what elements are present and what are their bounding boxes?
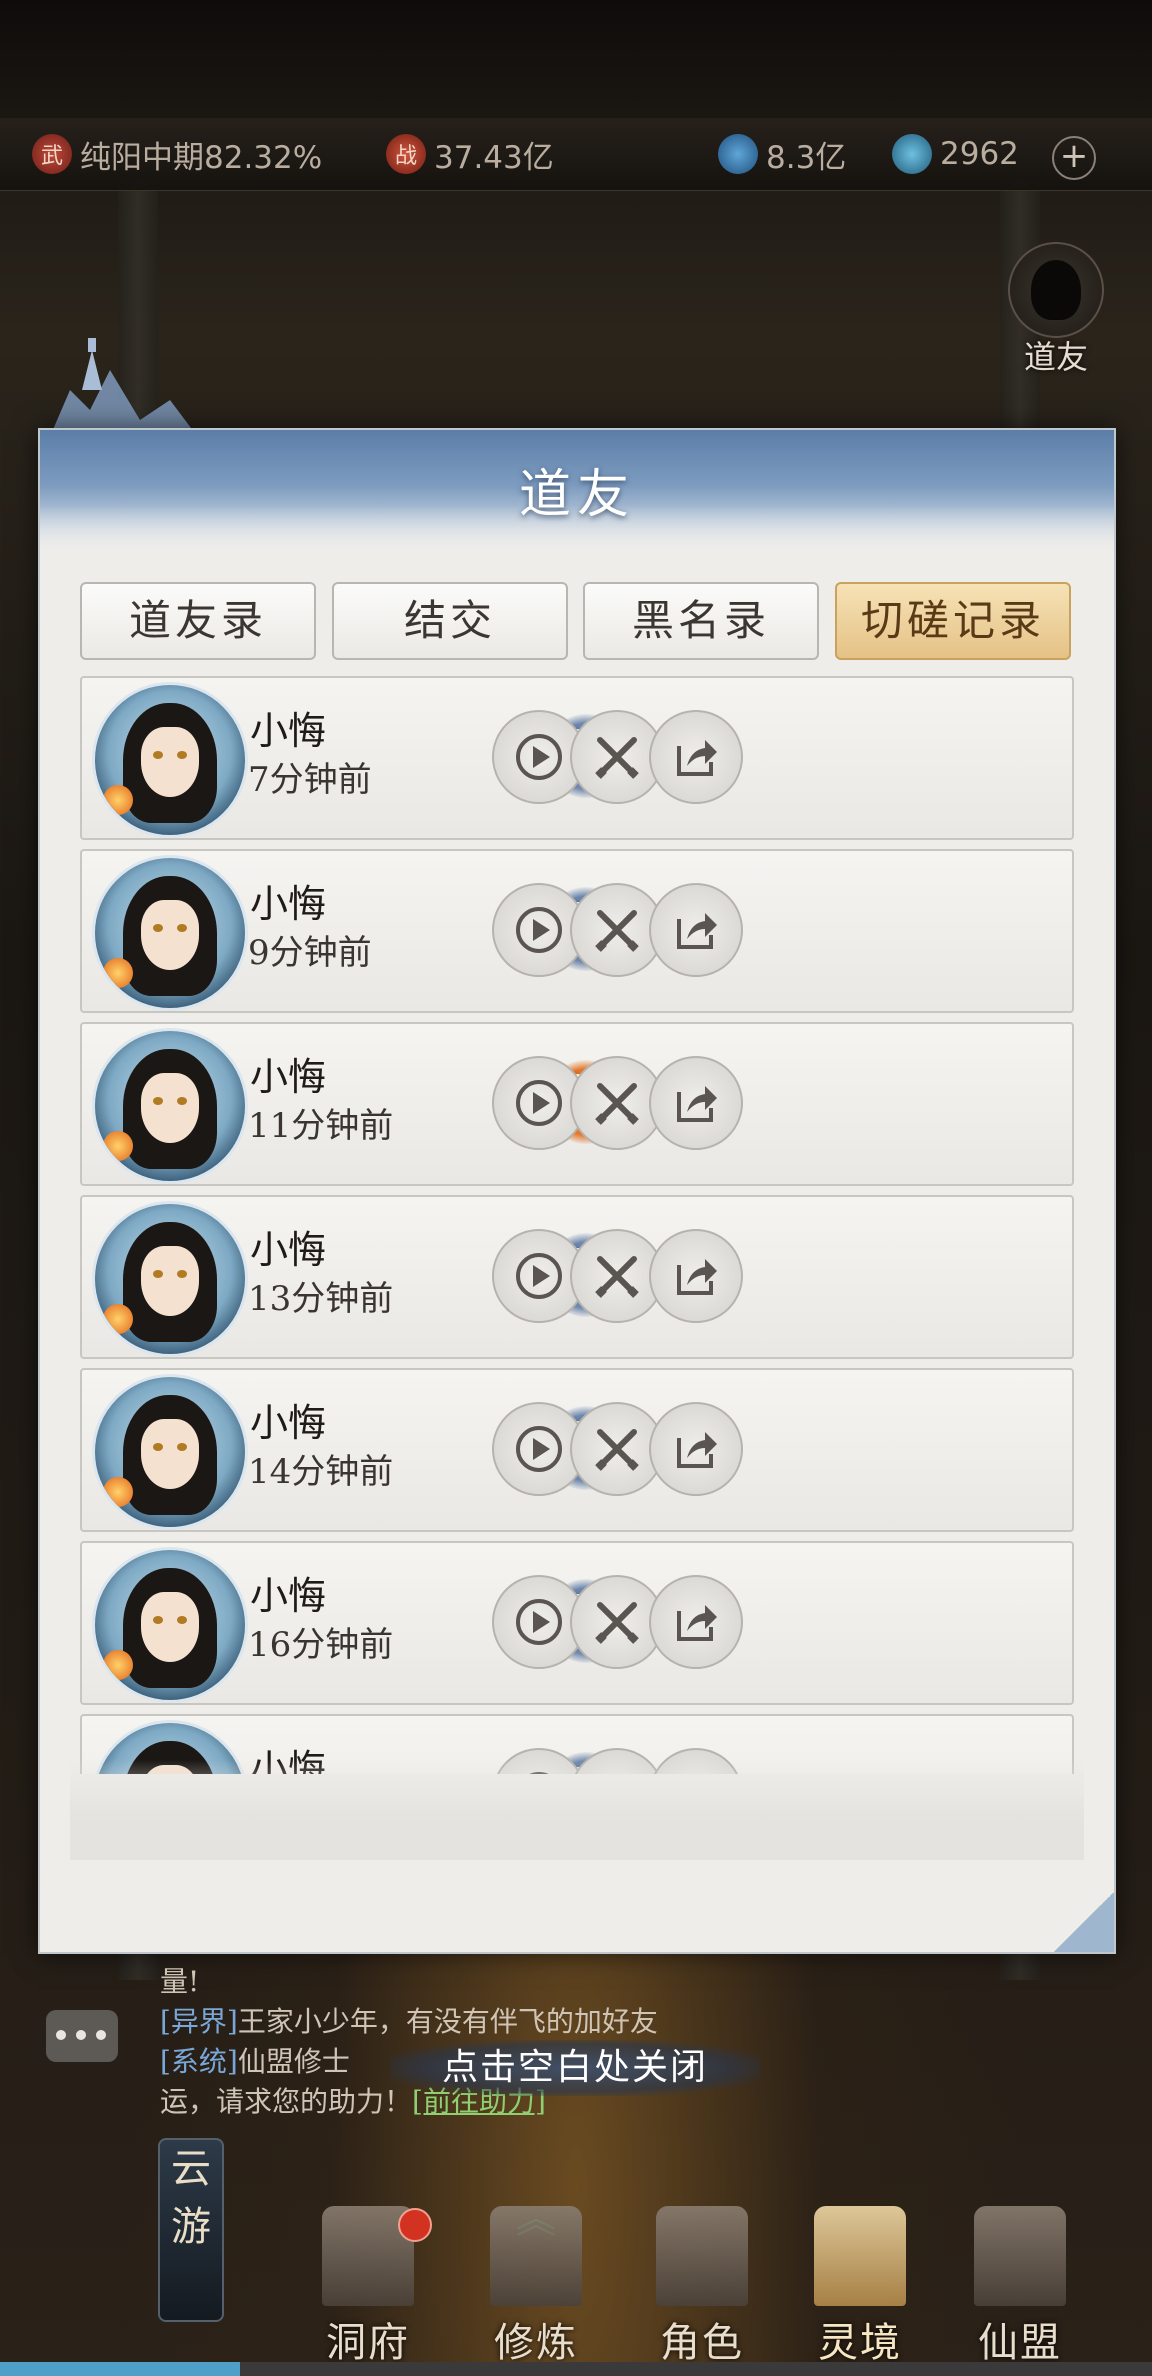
tab-blacklist[interactable]: 黑名录 xyxy=(583,582,819,660)
page-curl xyxy=(1054,1892,1114,1952)
record-row: 小悔9分钟前败 xyxy=(80,849,1074,1013)
chat-button[interactable] xyxy=(46,2010,118,2062)
opponent-name: 小悔 xyxy=(250,709,327,753)
resource-bar: 武 纯阳中期82.32% 战 37.43亿 8.3亿 2962 xyxy=(0,118,1152,191)
spirit-stone-value: 8.3亿 xyxy=(766,139,847,176)
realm-text: 纯阳中期82.32% xyxy=(80,139,323,176)
record-row: 小悔7分钟前败 xyxy=(80,676,1074,840)
battle-power-icon: 战 xyxy=(386,134,426,174)
meditation-icon xyxy=(490,2206,582,2306)
notification-dot xyxy=(398,2208,432,2242)
battle-power-value: 37.43亿 xyxy=(434,139,554,176)
opponent-avatar[interactable] xyxy=(92,1374,248,1530)
bottom-nav: 洞府 ︽ 修炼 角色 灵境 仙盟 xyxy=(0,2196,1152,2376)
record-time: 9分钟前 xyxy=(248,933,372,973)
chat-channel-tag: [系统] xyxy=(160,2045,238,2078)
share-icon xyxy=(677,1432,717,1468)
crossed-swords-icon xyxy=(595,910,639,952)
replay-icon xyxy=(516,1426,562,1472)
opponent-name: 小悔 xyxy=(250,1055,327,1099)
record-time: 11分钟前 xyxy=(248,1106,394,1146)
spirit-stone[interactable]: 8.3亿 xyxy=(711,127,847,181)
record-time: 14分钟前 xyxy=(248,1452,394,1492)
loading-bar xyxy=(0,2362,1152,2376)
opponent-avatar[interactable] xyxy=(92,682,248,838)
opponent-name: 小悔 xyxy=(250,1401,327,1445)
record-row: 小悔14分钟前败 xyxy=(80,1368,1074,1532)
share-button[interactable] xyxy=(649,1056,743,1150)
record-row: 小悔16分钟前败 xyxy=(80,1541,1074,1705)
opponent-avatar[interactable] xyxy=(92,1547,248,1703)
share-button[interactable] xyxy=(649,710,743,804)
crossed-swords-icon xyxy=(595,1429,639,1471)
immortal-alliance-icon xyxy=(974,2206,1066,2306)
replay-icon xyxy=(516,1080,562,1126)
panel-tabs: 道友录 结交 黑名录 切磋记录 xyxy=(80,582,1071,660)
share-icon xyxy=(677,1086,717,1122)
replay-icon xyxy=(516,1599,562,1645)
record-time: 13分钟前 xyxy=(248,1279,394,1319)
share-button[interactable] xyxy=(649,1575,743,1669)
nav-label: 洞府 xyxy=(326,2320,410,2366)
nav-alliance[interactable]: 仙盟 xyxy=(940,2196,1100,2376)
realm-progress: 武 纯阳中期82.32% xyxy=(32,132,322,176)
panel-title: 道友 xyxy=(518,465,635,525)
share-icon xyxy=(677,1605,717,1641)
opponent-name: 小悔 xyxy=(250,882,327,926)
jade-currency-icon xyxy=(892,134,932,174)
character-icon xyxy=(656,2206,748,2306)
friends-panel: 道友 道友录 结交 黑名录 切磋记录 小悔7分钟前败小悔9分钟前败小悔11分钟前… xyxy=(38,428,1116,1954)
spirit-stone-icon xyxy=(711,127,765,181)
list-fade xyxy=(70,1760,1084,1860)
chat-channel-tag: [异界] xyxy=(160,2005,238,2038)
nav-cultivate[interactable]: ︽ 修炼 xyxy=(456,2196,616,2376)
crossed-swords-icon xyxy=(595,737,639,779)
nav-cave-house[interactable]: 洞府 xyxy=(288,2196,448,2376)
spirit-realm-icon xyxy=(814,2206,906,2306)
share-icon xyxy=(677,1259,717,1295)
opponent-avatar[interactable] xyxy=(92,1201,248,1357)
share-button[interactable] xyxy=(649,1229,743,1323)
nav-label: 灵境 xyxy=(818,2320,902,2366)
share-icon xyxy=(677,913,717,949)
martial-realm-icon: 武 xyxy=(32,134,72,174)
opponent-avatar[interactable] xyxy=(92,855,248,1011)
chat-line: 量! xyxy=(160,1965,200,1998)
nav-label: 仙盟 xyxy=(978,2320,1062,2366)
share-icon xyxy=(677,740,717,776)
jade-currency[interactable]: 2962 xyxy=(892,132,1019,176)
battle-power: 战 37.43亿 xyxy=(386,132,554,176)
crossed-swords-icon xyxy=(595,1083,639,1125)
record-time: 16分钟前 xyxy=(248,1625,394,1665)
record-row: 小悔13分钟前败 xyxy=(80,1195,1074,1359)
opponent-name: 小悔 xyxy=(250,1228,327,1272)
replay-icon xyxy=(516,734,562,780)
chat-line: [异界]王家小少年，有没有伴飞的加好友 xyxy=(160,2005,658,2038)
friend-button[interactable]: 道友 xyxy=(1008,242,1104,376)
record-time: 7分钟前 xyxy=(248,760,372,800)
add-currency-button[interactable]: + xyxy=(1052,136,1096,180)
sparring-record-list[interactable]: 小悔7分钟前败小悔9分钟前败小悔11分钟前胜小悔13分钟前败小悔14分钟前败小悔… xyxy=(80,674,1074,1774)
replay-icon xyxy=(516,1253,562,1299)
jade-currency-value: 2962 xyxy=(940,136,1019,172)
opponent-avatar[interactable] xyxy=(92,1028,248,1184)
record-row: 小悔11分钟前胜 xyxy=(80,1022,1074,1186)
crossed-swords-icon xyxy=(595,1602,639,1644)
nav-spirit-realm[interactable]: 灵境 xyxy=(780,2196,940,2376)
share-button[interactable] xyxy=(649,1402,743,1496)
nav-character[interactable]: 角色 xyxy=(622,2196,782,2376)
close-hint[interactable]: 点击空白处关闭 xyxy=(390,2040,760,2096)
friend-button-label: 道友 xyxy=(1023,338,1088,376)
friend-avatar-icon xyxy=(1008,242,1104,338)
crossed-swords-icon xyxy=(595,1256,639,1298)
opponent-name: 小悔 xyxy=(250,1574,327,1618)
replay-icon xyxy=(516,907,562,953)
tab-sparring-records[interactable]: 切磋记录 xyxy=(835,582,1071,660)
nav-label: 角色 xyxy=(660,2320,744,2366)
tab-friend-list[interactable]: 道友录 xyxy=(80,582,316,660)
share-button[interactable] xyxy=(649,883,743,977)
nav-label: 修炼 xyxy=(494,2320,578,2366)
tab-make-friends[interactable]: 结交 xyxy=(332,582,568,660)
